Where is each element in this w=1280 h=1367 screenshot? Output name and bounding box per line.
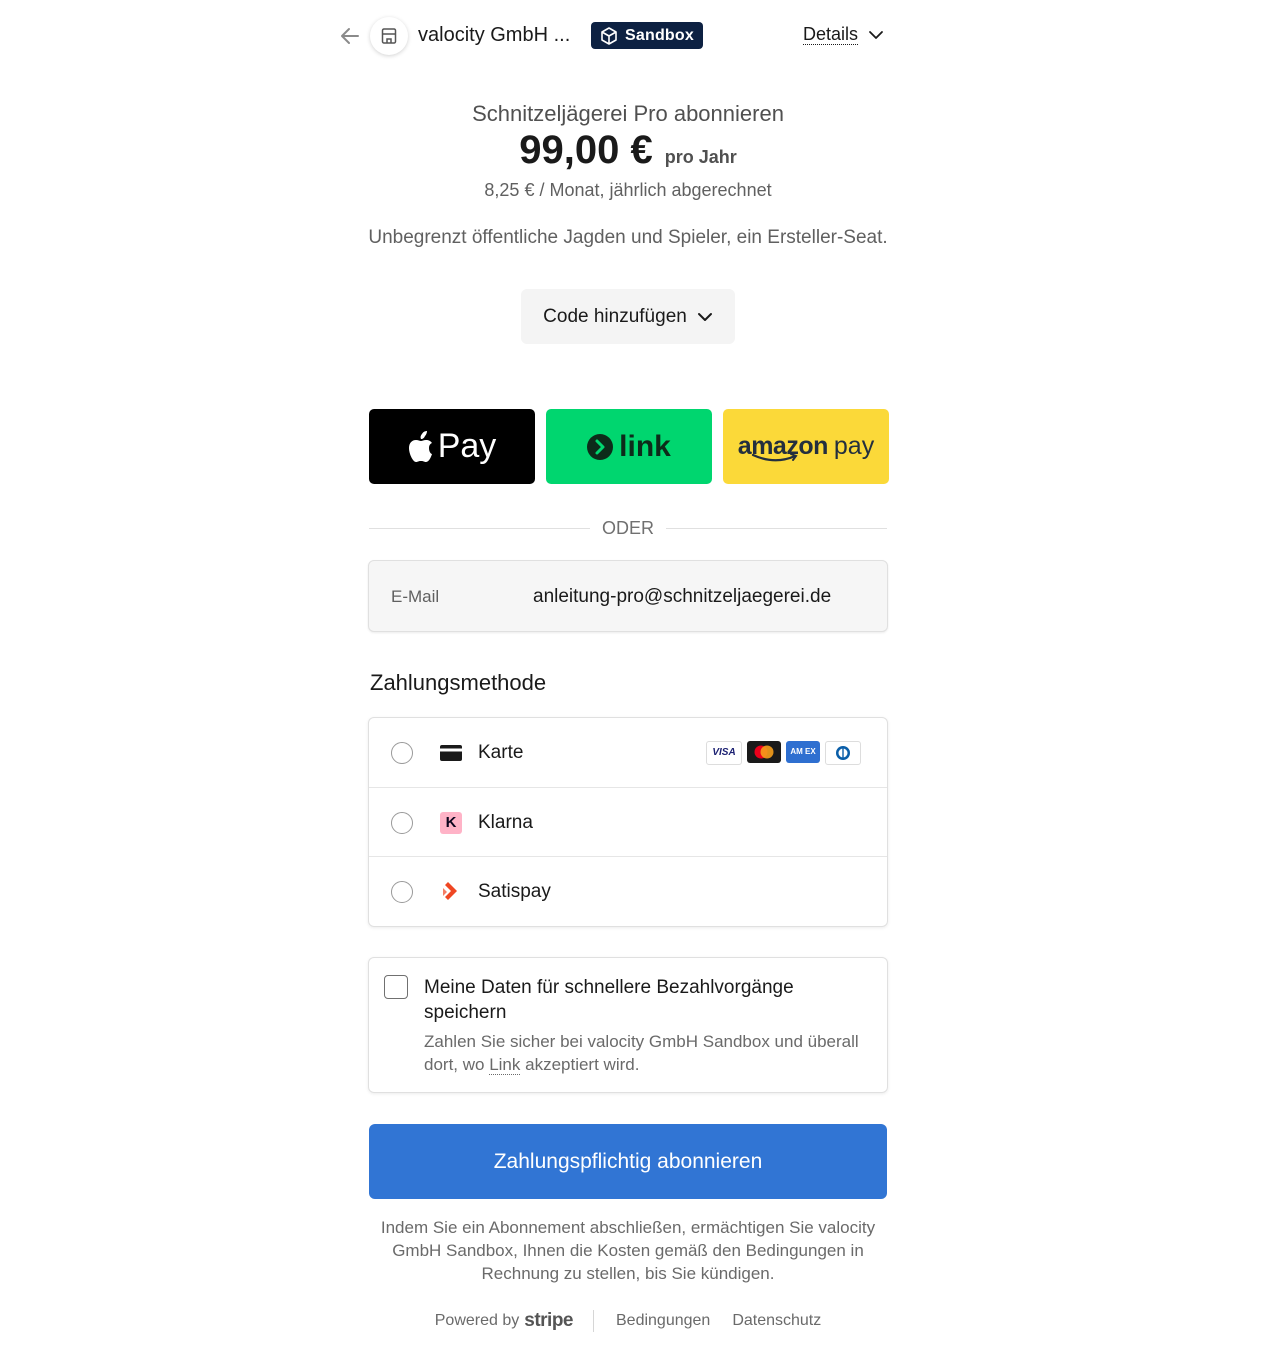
link-arrow-icon xyxy=(587,433,614,460)
apple-logo-icon xyxy=(408,430,432,462)
amex-icon: AM EX xyxy=(786,740,820,763)
price-period: pro Jahr xyxy=(664,147,737,167)
radio-card[interactable] xyxy=(391,741,413,764)
email-label: E-Mail xyxy=(391,587,440,606)
save-info-checkbox[interactable] xyxy=(384,975,408,999)
subscribe-button[interactable]: Zahlungspflichtig abonnieren xyxy=(369,1124,887,1199)
apple-pay-button[interactable]: Pay xyxy=(369,409,535,484)
visa-icon: VISA xyxy=(706,740,742,765)
card-brands: VISA AM EX xyxy=(706,740,861,765)
save-info-subtitle: Zahlen Sie sicher bei valocity GmbH Sand… xyxy=(424,1030,864,1076)
price-row: 99,00 € pro Jahr xyxy=(0,128,1256,173)
details-toggle[interactable]: Details xyxy=(803,24,884,45)
mastercard-icon xyxy=(747,740,781,763)
merchant-name: valocity GmbH ... xyxy=(418,24,571,46)
amazon-pay-label: pay xyxy=(833,432,875,460)
radio-satispay[interactable] xyxy=(391,880,413,903)
cube-icon xyxy=(601,26,617,45)
amazon-pay-button[interactable]: amazon pay xyxy=(723,409,889,484)
payment-method-list: Karte VISA AM EX K Klarna Satispay xyxy=(368,717,888,927)
klarna-icon: K xyxy=(440,811,462,834)
divider-line xyxy=(666,528,888,529)
amazon-smile-icon xyxy=(751,453,798,462)
details-label: Details xyxy=(803,24,859,45)
back-arrow-icon[interactable] xyxy=(338,24,362,48)
satispay-label: Satispay xyxy=(478,880,551,902)
satispay-icon xyxy=(440,881,462,903)
stripe-logo[interactable]: stripe xyxy=(524,1310,573,1332)
powered-by-label: Powered by xyxy=(434,1312,520,1329)
product-title: Schnitzeljägerei Pro abonnieren xyxy=(472,101,784,126)
chevron-down-icon xyxy=(869,30,883,39)
payment-option-klarna[interactable]: K Klarna xyxy=(369,787,887,857)
or-divider: ODER xyxy=(369,518,888,539)
chevron-down-icon xyxy=(697,312,712,321)
price: 99,00 € xyxy=(519,128,653,172)
email-field[interactable]: E-Mail anleitung-pro@schnitzeljaegerei.d… xyxy=(368,560,888,632)
save-info-box: Meine Daten für schnellere Bezahlvorgäng… xyxy=(368,957,888,1093)
card-icon xyxy=(440,742,462,764)
footer: Powered by stripe Bedingungen Datenschut… xyxy=(0,1310,1256,1332)
privacy-link[interactable]: Datenschutz xyxy=(732,1312,821,1330)
footer-separator xyxy=(593,1310,594,1332)
radio-klarna[interactable] xyxy=(391,811,413,834)
terms-link[interactable]: Bedingungen xyxy=(616,1312,710,1330)
legal-text: Indem Sie ein Abonnement abschließen, er… xyxy=(380,1218,876,1283)
email-value: anleitung-pro@schnitzeljaegerei.de xyxy=(533,586,832,607)
apple-pay-label: Pay xyxy=(437,427,497,465)
add-code-label: Code hinzufügen xyxy=(543,305,687,327)
save-info-subtitle-suffix: akzeptiert wird. xyxy=(520,1055,640,1074)
store-icon xyxy=(370,17,408,55)
diners-icon xyxy=(825,740,861,765)
link-pay-button[interactable]: link xyxy=(546,409,712,484)
payment-method-heading: Zahlungsmethode xyxy=(370,670,547,695)
card-label: Karte xyxy=(478,741,524,763)
payment-option-card[interactable]: Karte VISA AM EX xyxy=(369,718,887,787)
sandbox-label: Sandbox xyxy=(625,26,694,44)
divider-line xyxy=(369,528,590,529)
link-info-link[interactable]: Link xyxy=(489,1055,521,1075)
monthly-note: 8,25 € / Monat, jährlich abgerechnet xyxy=(484,180,772,200)
sandbox-badge: Sandbox xyxy=(591,22,703,49)
klarna-label: Klarna xyxy=(478,811,533,833)
or-label: ODER xyxy=(602,518,655,538)
link-pay-label: link xyxy=(619,429,671,463)
save-info-title: Meine Daten für schnellere Bezahlvorgäng… xyxy=(424,977,794,1023)
payment-option-satispay[interactable]: Satispay xyxy=(369,856,887,926)
add-code-button[interactable]: Code hinzufügen xyxy=(521,289,735,344)
product-description: Unbegrenzt öffentliche Jagden und Spiele… xyxy=(368,227,888,248)
